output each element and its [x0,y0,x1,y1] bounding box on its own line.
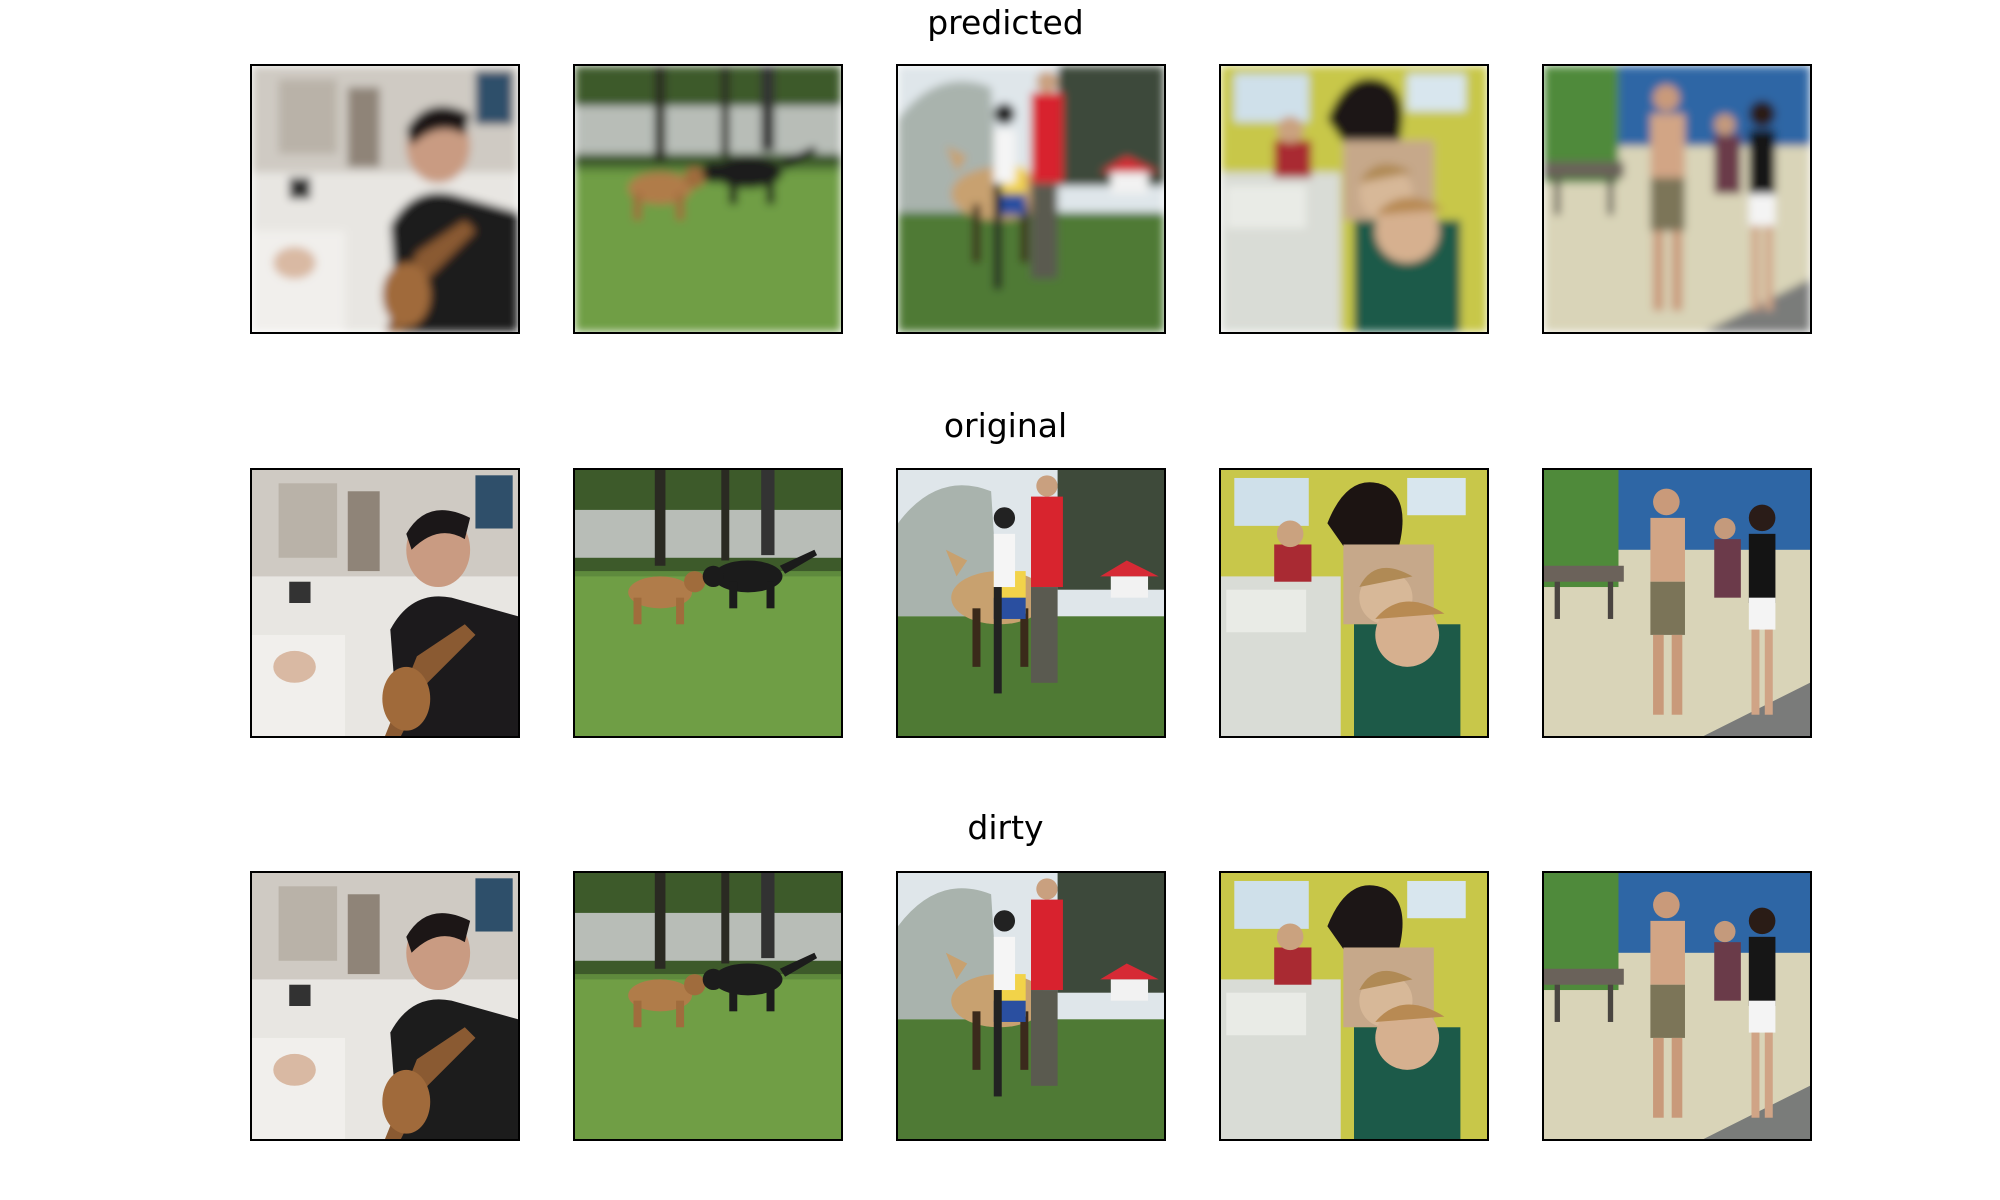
image-original-3 [896,468,1166,738]
figure: { "rows": [ { "title": "predicted", "var… [0,0,2000,1200]
person-on-horse-at-fair-picture [898,470,1164,736]
image-predicted-1 [250,64,520,334]
image-original-1 [250,468,520,738]
row-title-dirty: dirty [967,808,1044,847]
row-title-original: original [943,406,1068,445]
image-predicted-5 [1542,64,1812,334]
image-dirty-2 [573,871,843,1141]
person-playing-guitar-in-hospital-room-picture [252,66,518,332]
couple-walking-by-sea-picture [1544,873,1810,1139]
couple-walking-by-sea-picture [1544,470,1810,736]
couple-walking-by-sea-picture [1544,66,1810,332]
image-dirty-4 [1219,871,1489,1141]
two-dogs-playing-on-grass-picture [575,873,841,1139]
image-dirty-3 [896,871,1166,1141]
two-dogs-playing-on-grass-picture [575,470,841,736]
person-on-horse-at-fair-picture [898,873,1164,1139]
person-playing-guitar-in-hospital-room-picture [252,873,518,1139]
image-dirty-5 [1542,871,1812,1141]
row-title-predicted: predicted [927,3,1084,42]
image-original-5 [1542,468,1812,738]
image-original-2 [573,468,843,738]
person-playing-guitar-in-hospital-room-picture [252,470,518,736]
image-predicted-4 [1219,64,1489,334]
image-predicted-2 [573,64,843,334]
image-dirty-1 [250,871,520,1141]
image-predicted-3 [896,64,1166,334]
two-dogs-playing-on-grass-picture [575,66,841,332]
person-on-horse-at-fair-picture [898,66,1164,332]
children-at-computer-classroom-picture [1221,873,1487,1139]
image-original-4 [1219,468,1489,738]
children-at-computer-classroom-picture [1221,66,1487,332]
children-at-computer-classroom-picture [1221,470,1487,736]
